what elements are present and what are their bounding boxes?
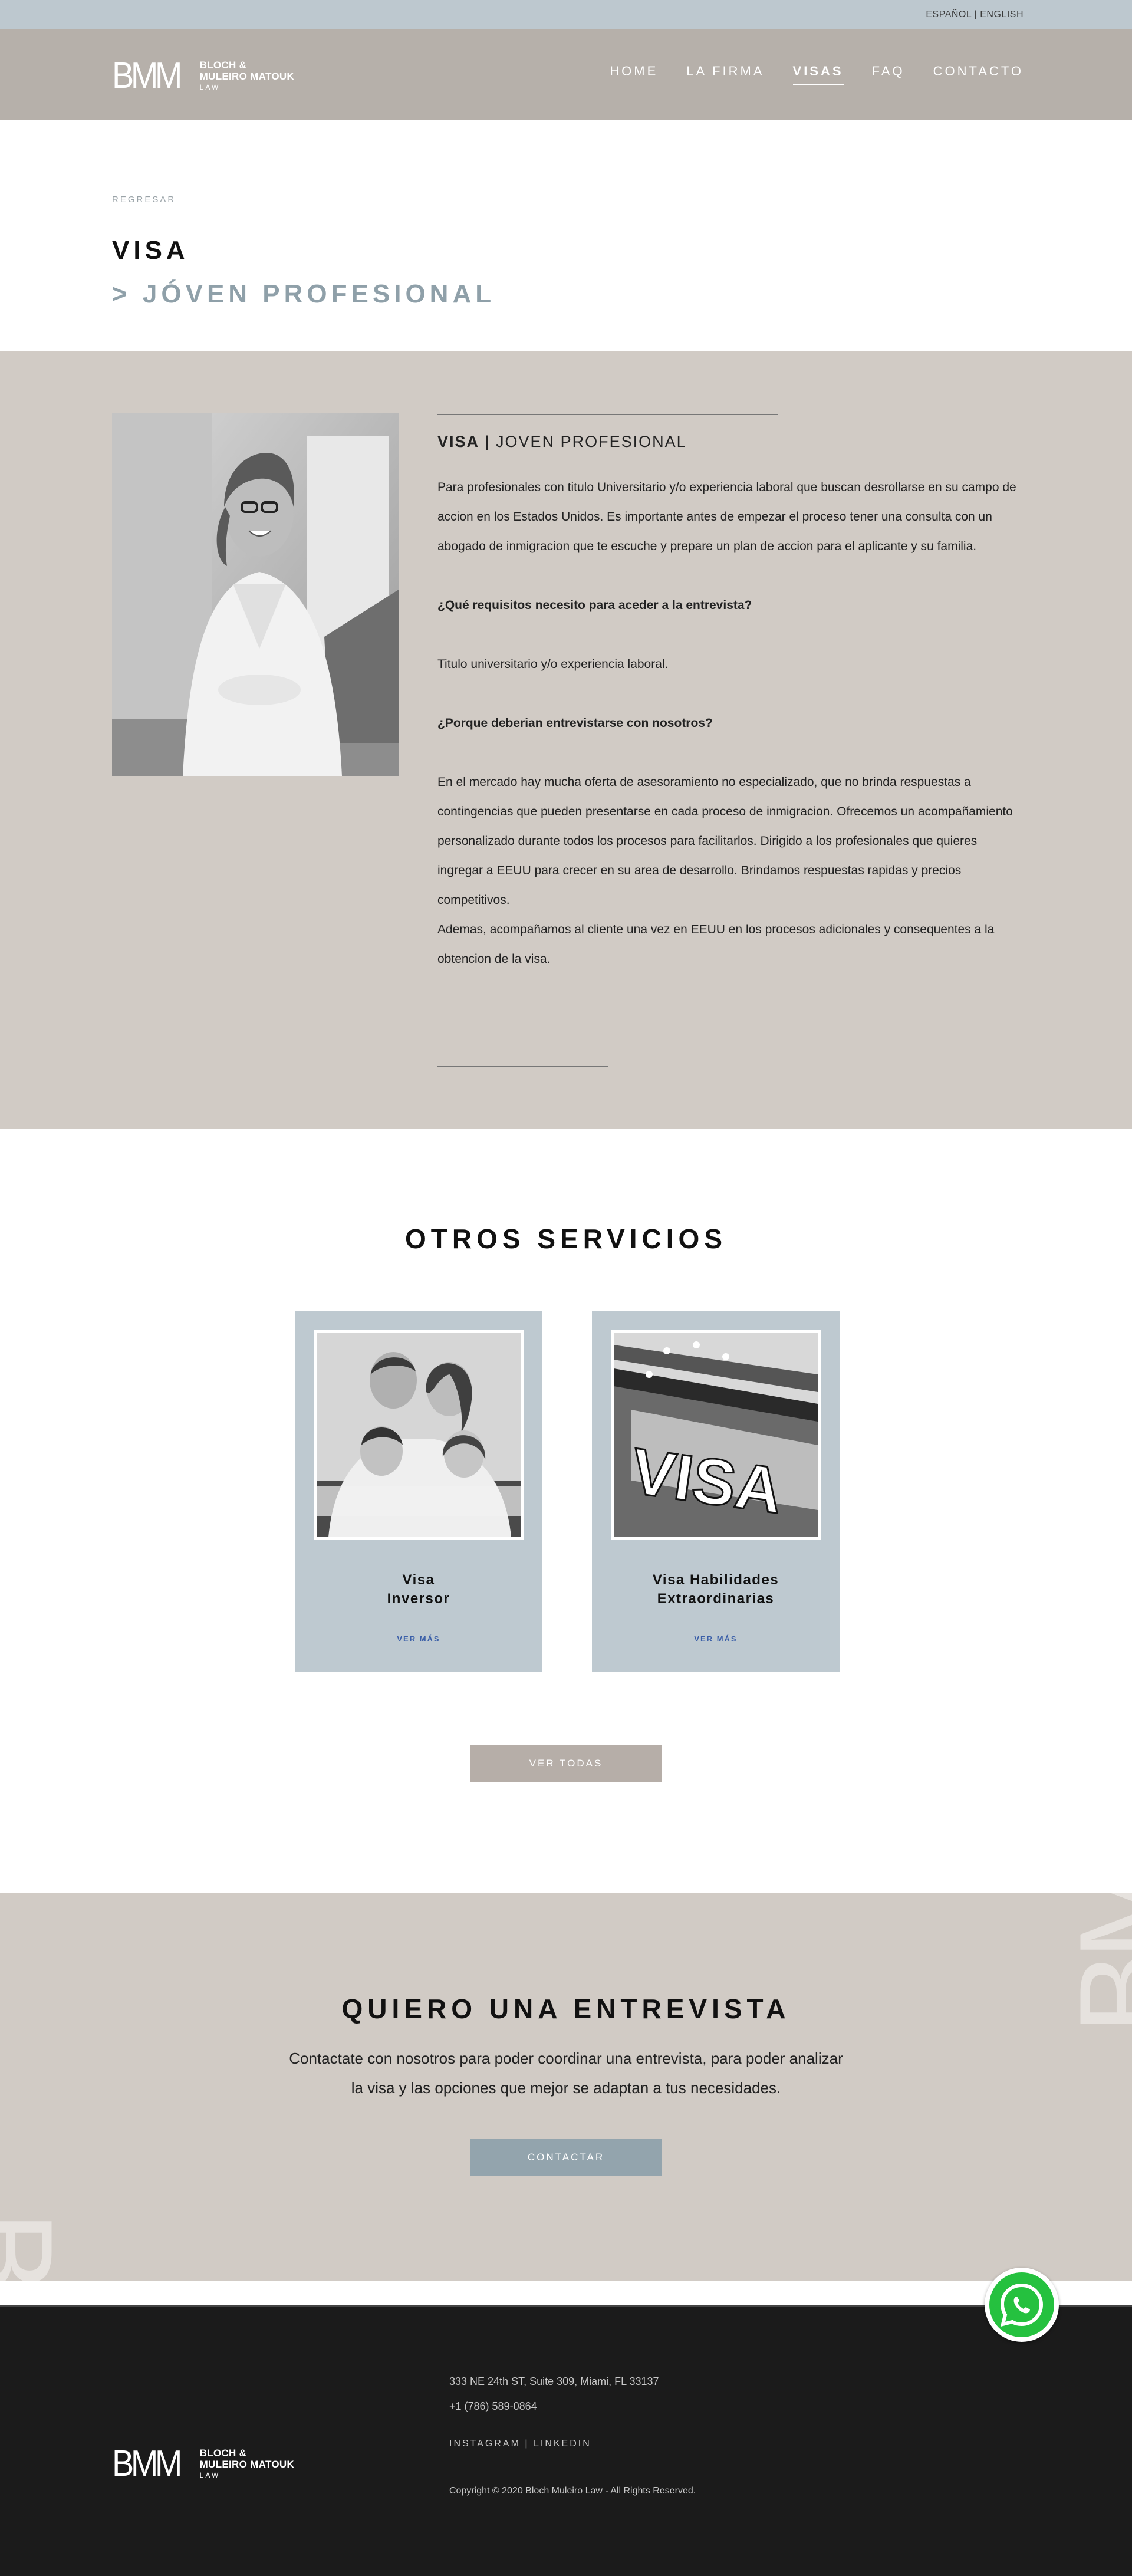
question-porque: ¿Porque deberian entrevistarse con nosot…	[437, 716, 713, 730]
otros-servicios-section: OTROS SERVICIOS Visa Inversor VER MÁS VI…	[0, 1129, 1132, 1893]
footer-logo-line-2: MULEIRO MATOUK	[199, 2458, 294, 2470]
footer-logo-monogram: BMM	[112, 2443, 182, 2484]
footer-contact-info: 333 NE 24th ST, Suite 309, Miami, FL 331…	[449, 2369, 659, 2419]
service-card-habilidades-link[interactable]: VER MÁS	[592, 1634, 840, 1643]
logo-line-3: LAW	[199, 83, 221, 91]
visa-passport-photo: VISA	[611, 1330, 821, 1540]
back-link[interactable]: REGRESAR	[112, 195, 176, 205]
language-bar: ESPAÑOL | ENGLISH	[0, 0, 1132, 29]
service-card-inversor-link[interactable]: VER MÁS	[295, 1634, 542, 1643]
site-header: BMM BLOCH & MULEIRO MATOUK LAW HOME LA F…	[0, 29, 1132, 120]
answer-porque-p1: En el mercado hay mucha oferta de asesor…	[437, 775, 1013, 907]
service-card-habilidades-title: Visa Habilidades Extraordinarias	[592, 1571, 840, 1608]
instagram-link[interactable]: INSTAGRAM	[449, 2439, 521, 2449]
detail-heading-rest: | JOVEN PROFESIONAL	[479, 433, 687, 450]
page-subtitle: > JÓVEN PROFESIONAL	[112, 279, 496, 308]
lang-separator: |	[974, 9, 978, 19]
footer-logo-line-3: LAW	[199, 2470, 221, 2479]
footer-spacer	[0, 2281, 1132, 2305]
otros-servicios-heading: OTROS SERVICIOS	[404, 1223, 728, 1254]
entrevista-text-line-2: la visa y las opciones que mejor se adap…	[351, 2079, 781, 2097]
detail-heading-bold: VISA	[437, 433, 480, 450]
nav-visas[interactable]: VISAS	[792, 64, 844, 85]
nav-contacto[interactable]: CONTACTO	[933, 64, 1024, 85]
detail-intro: Para profesionales con titulo Universita…	[437, 481, 1016, 553]
logo-line-2: MULEIRO MATOUK	[199, 70, 294, 82]
detail-heading: VISA | JOVEN PROFESIONAL	[437, 433, 687, 451]
whatsapp-button[interactable]	[985, 2268, 1059, 2342]
nav-home[interactable]: HOME	[610, 64, 658, 85]
footer-top-rule	[0, 2305, 1132, 2311]
service-card-inversor-title-line-2: Inversor	[387, 1591, 450, 1607]
service-card-habilidades-title-line-1: Visa Habilidades	[652, 1572, 779, 1588]
footer-address: 333 NE 24th ST, Suite 309, Miami, FL 331…	[449, 2376, 659, 2387]
logo-line-1: BLOCH &	[199, 59, 247, 71]
divider-top	[437, 414, 778, 415]
visa-detail-section: VISA | JOVEN PROFESIONAL Para profesiona…	[0, 351, 1132, 1129]
whatsapp-icon	[989, 2272, 1054, 2337]
service-card-inversor-title-line-1: Visa	[402, 1572, 435, 1588]
logo-firm-name: BLOCH & MULEIRO MATOUK LAW	[200, 60, 294, 93]
ver-todas-button[interactable]: VER TODAS	[470, 1745, 662, 1782]
nav-faq[interactable]: FAQ	[872, 64, 905, 85]
contactar-button[interactable]: CONTACTAR	[470, 2139, 662, 2176]
site-footer: BMM BLOCH & MULEIRO MATOUK LAW 333 NE 24…	[0, 2305, 1132, 2576]
lang-en-link[interactable]: ENGLISH	[980, 9, 1024, 19]
footer-social-links: INSTAGRAM | LINKEDIN	[449, 2439, 591, 2449]
answer-requisitos: Titulo universitario y/o experiencia lab…	[437, 657, 669, 671]
service-card-habilidades[interactable]: VISA Visa Habilidades Extraordinarias VE…	[592, 1311, 840, 1672]
professional-woman-photo	[112, 413, 399, 776]
divider-bottom	[437, 1066, 608, 1067]
service-card-inversor[interactable]: Visa Inversor VER MÁS	[295, 1311, 542, 1672]
detail-body: Para profesionales con titulo Universita…	[437, 473, 1021, 974]
lang-es-link[interactable]: ESPAÑOL	[926, 9, 971, 19]
footer-phone[interactable]: +1 (786) 589-0864	[449, 2394, 659, 2419]
page-title-section: REGRESAR VISA > JÓVEN PROFESIONAL	[0, 120, 1132, 351]
main-nav: HOME LA FIRMA VISAS FAQ CONTACTO	[581, 64, 1024, 85]
question-requisitos: ¿Qué requisitos necesito para aceder a l…	[437, 598, 752, 612]
service-card-inversor-title: Visa Inversor	[295, 1571, 542, 1608]
language-switcher: ESPAÑOL | ENGLISH	[926, 9, 1024, 20]
social-separator: |	[520, 2439, 534, 2449]
entrevista-section: BMM BMM QUIERO UNA ENTREVISTA Contactate…	[0, 1893, 1132, 2281]
footer-copyright: Copyright © 2020 Bloch Muleiro Law - All…	[449, 2486, 696, 2496]
entrevista-text-line-1: Contactate con nosotros para poder coord…	[289, 2049, 843, 2067]
family-photo	[314, 1330, 524, 1540]
answer-porque-p2: Ademas, acompañamos al cliente una vez e…	[437, 923, 995, 966]
footer-logo-firm-name: BLOCH & MULEIRO MATOUK LAW	[200, 2447, 294, 2481]
service-card-habilidades-title-line-2: Extraordinarias	[657, 1591, 775, 1607]
linkedin-link[interactable]: LINKEDIN	[534, 2439, 591, 2449]
bmm-watermark-left: BMM	[0, 2211, 78, 2281]
footer-logo-line-1: BLOCH &	[199, 2447, 247, 2459]
page-title: VISA	[112, 236, 189, 265]
entrevista-heading: QUIERO UNA ENTREVISTA	[341, 1993, 791, 2024]
site-logo[interactable]: BMM BLOCH & MULEIRO MATOUK LAW	[112, 58, 294, 94]
footer-logo[interactable]: BMM BLOCH & MULEIRO MATOUK LAW	[112, 2446, 294, 2482]
logo-monogram: BMM	[112, 55, 182, 96]
entrevista-text: Contactate con nosotros para poder coord…	[0, 2044, 1132, 2103]
nav-la-firma[interactable]: LA FIRMA	[686, 64, 764, 85]
